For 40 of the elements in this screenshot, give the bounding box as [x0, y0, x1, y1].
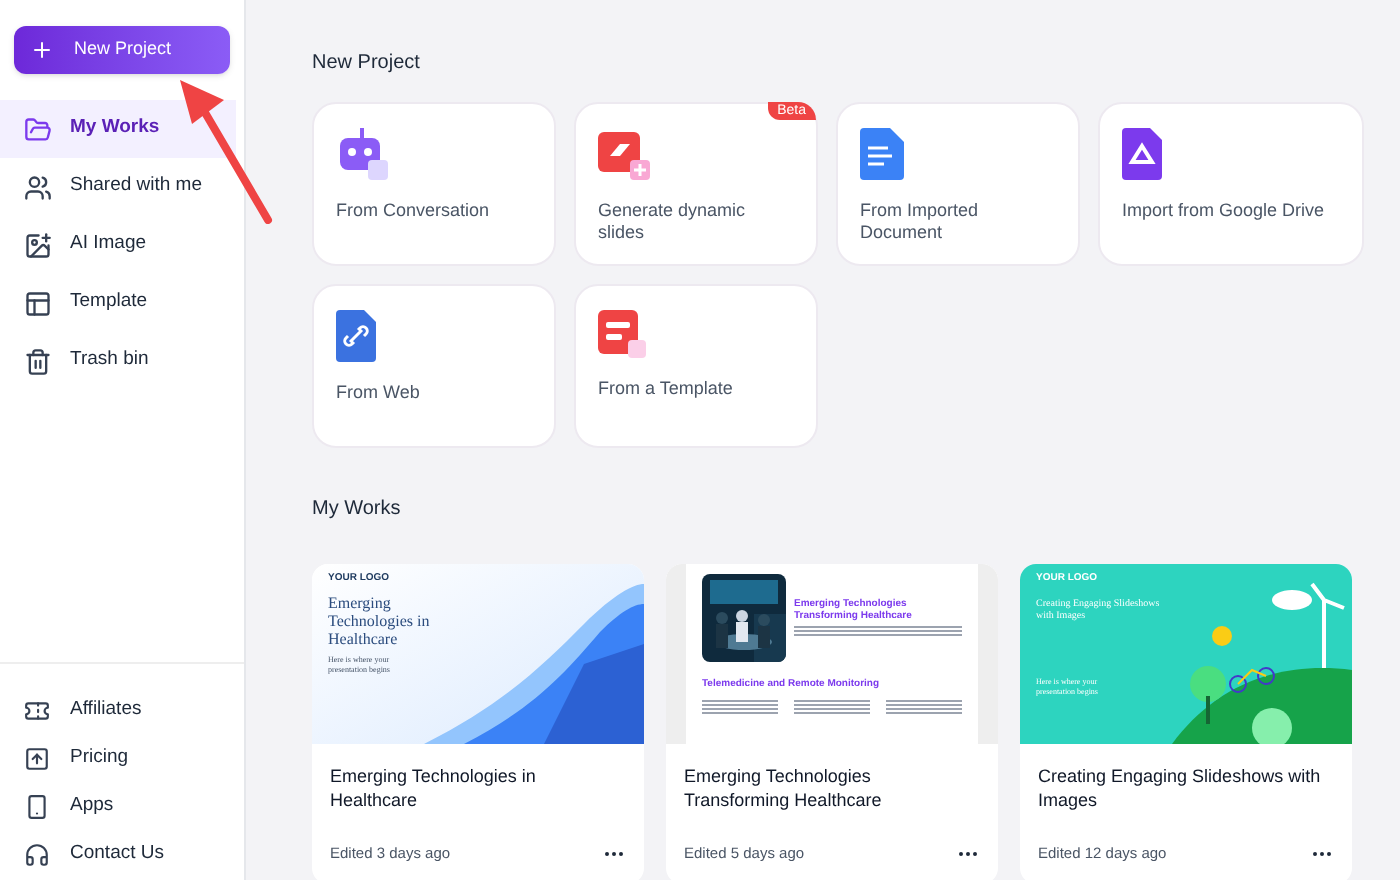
project-title: Emerging Technologies Transforming Healthcare [684, 764, 884, 812]
option-card[interactable]: From Imported Document [836, 102, 1080, 266]
sidebar-link[interactable]: Affiliates [0, 692, 244, 730]
ticket-icon [24, 698, 50, 724]
robot-icon [336, 128, 388, 180]
upload-icon [24, 746, 50, 772]
sidebar-item[interactable]: Template [0, 274, 236, 332]
option-card[interactable]: From Web [312, 284, 556, 448]
text-lines [794, 699, 870, 715]
section-heading: My Works [312, 496, 403, 524]
document-icon [860, 128, 904, 180]
trash-icon [24, 347, 52, 375]
plus-icon [30, 38, 54, 62]
section-heading: New Project [312, 50, 422, 78]
phone-icon [24, 794, 50, 820]
template-icon [24, 289, 52, 317]
new-project-button[interactable]: New Project [14, 26, 230, 74]
sidebar-link[interactable]: Pricing [0, 740, 244, 778]
project-title: Emerging Technologies in Healthcare [330, 764, 538, 812]
folder-icon [24, 115, 52, 143]
headset-icon [24, 842, 50, 868]
option-card[interactable]: From Conversation [312, 102, 556, 266]
sidebar-link[interactable]: Apps [0, 788, 244, 826]
sidebar-item[interactable]: My Works [0, 100, 236, 158]
template-file-icon [598, 310, 646, 358]
text-lines [702, 699, 778, 715]
sidebar-item[interactable]: AI Image [0, 216, 236, 274]
slide-title: Emerging Technologies in Healthcare [328, 593, 432, 647]
project-title: Creating Engaging Slideshows with Images [1038, 764, 1323, 812]
option-card[interactable]: From a Template [574, 284, 818, 448]
sidebar-link[interactable]: Contact Us [0, 836, 244, 874]
option-card[interactable]: Import from Google Drive [1098, 102, 1364, 266]
drive-file-icon [1122, 128, 1162, 180]
users-icon [24, 173, 52, 201]
image-icon [24, 231, 52, 259]
text-lines [886, 699, 962, 715]
sidebar-item[interactable]: Trash bin [0, 332, 236, 390]
sidebar-item[interactable]: Shared with me [0, 158, 236, 216]
slides-icon [598, 128, 650, 180]
link-file-icon [336, 310, 376, 362]
